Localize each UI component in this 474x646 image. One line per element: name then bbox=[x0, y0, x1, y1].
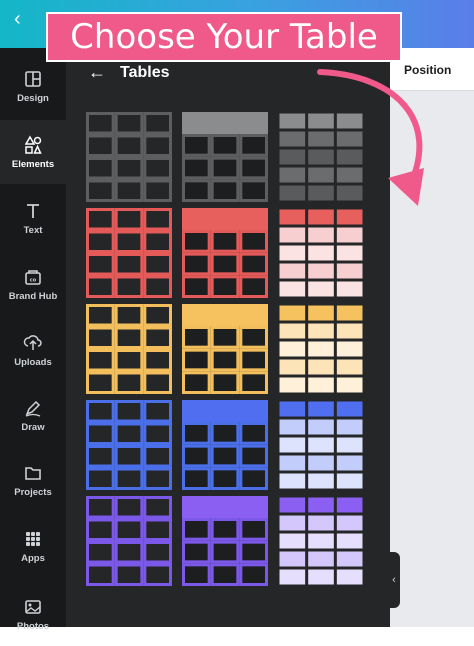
chevron-left-icon: ‹ bbox=[392, 574, 396, 586]
sidebar-item-uploads[interactable]: Uploads bbox=[0, 318, 66, 382]
sidebar-item-label: Elements bbox=[11, 158, 55, 170]
layout-icon bbox=[25, 70, 41, 87]
sidebar-item-label: Brand Hub bbox=[8, 290, 58, 302]
table-style-red-1[interactable] bbox=[86, 208, 172, 298]
brand-hub-icon: co bbox=[25, 269, 41, 285]
callout-arrow bbox=[317, 69, 424, 206]
sidebar-item-elements[interactable]: Elements bbox=[0, 120, 66, 184]
svg-text:co: co bbox=[30, 277, 37, 283]
table-style-blue-1[interactable] bbox=[86, 400, 172, 490]
table-style-yellow-3[interactable] bbox=[278, 304, 364, 394]
sidebar-item-label: Photos bbox=[16, 620, 50, 632]
sidebar-item-label: Projects bbox=[14, 486, 52, 498]
table-style-purple-1[interactable] bbox=[86, 496, 172, 586]
sidebar-item-label: Apps bbox=[21, 552, 45, 564]
folder-icon bbox=[25, 466, 41, 480]
panel-title: Tables bbox=[120, 63, 170, 81]
photo-icon bbox=[25, 599, 41, 614]
sidebar-rail: Design Elements Text co Brand Hub Uploads Draw… bbox=[0, 48, 66, 632]
sidebar-item-projects[interactable]: Projects bbox=[0, 448, 66, 512]
sidebar-item-text[interactable]: Text bbox=[0, 186, 66, 250]
apps-grid-icon bbox=[26, 531, 40, 546]
sidebar-item-apps[interactable]: Apps bbox=[0, 514, 66, 578]
sidebar-item-label: Draw bbox=[21, 421, 45, 433]
sidebar-item-label: Text bbox=[23, 224, 43, 236]
table-style-blue-2[interactable] bbox=[182, 400, 268, 490]
sidebar-item-design[interactable]: Design bbox=[0, 54, 66, 118]
collapse-panel-handle[interactable]: ‹ bbox=[388, 552, 400, 608]
table-style-purple-3[interactable] bbox=[278, 496, 364, 586]
sidebar-item-brand-hub[interactable]: co Brand Hub bbox=[0, 252, 66, 316]
panel-header: ← Tables bbox=[88, 62, 170, 83]
sidebar-item-label: Design bbox=[17, 92, 49, 104]
shapes-icon bbox=[24, 134, 42, 154]
table-style-purple-2[interactable] bbox=[182, 496, 268, 586]
text-icon bbox=[27, 203, 39, 218]
back-chevron-icon[interactable]: ‹ bbox=[14, 8, 21, 31]
upload-icon bbox=[23, 334, 42, 350]
pen-icon bbox=[25, 400, 41, 417]
table-style-yellow-2[interactable] bbox=[182, 304, 268, 394]
callout-banner: Choose Your Table bbox=[46, 12, 402, 62]
table-style-red-3[interactable] bbox=[278, 208, 364, 298]
table-style-red-2[interactable] bbox=[182, 208, 268, 298]
callout-text: Choose Your Table bbox=[70, 17, 378, 57]
table-style-gray-1[interactable] bbox=[86, 112, 172, 202]
table-style-blue-3[interactable] bbox=[278, 400, 364, 490]
sidebar-item-label: Uploads bbox=[14, 356, 52, 368]
back-arrow-icon[interactable]: ← bbox=[88, 62, 106, 83]
table-style-yellow-1[interactable] bbox=[86, 304, 172, 394]
sidebar-item-photos[interactable]: Photos bbox=[0, 582, 66, 646]
sidebar-item-draw[interactable]: Draw bbox=[0, 383, 66, 447]
table-style-gray-2[interactable] bbox=[182, 112, 268, 202]
